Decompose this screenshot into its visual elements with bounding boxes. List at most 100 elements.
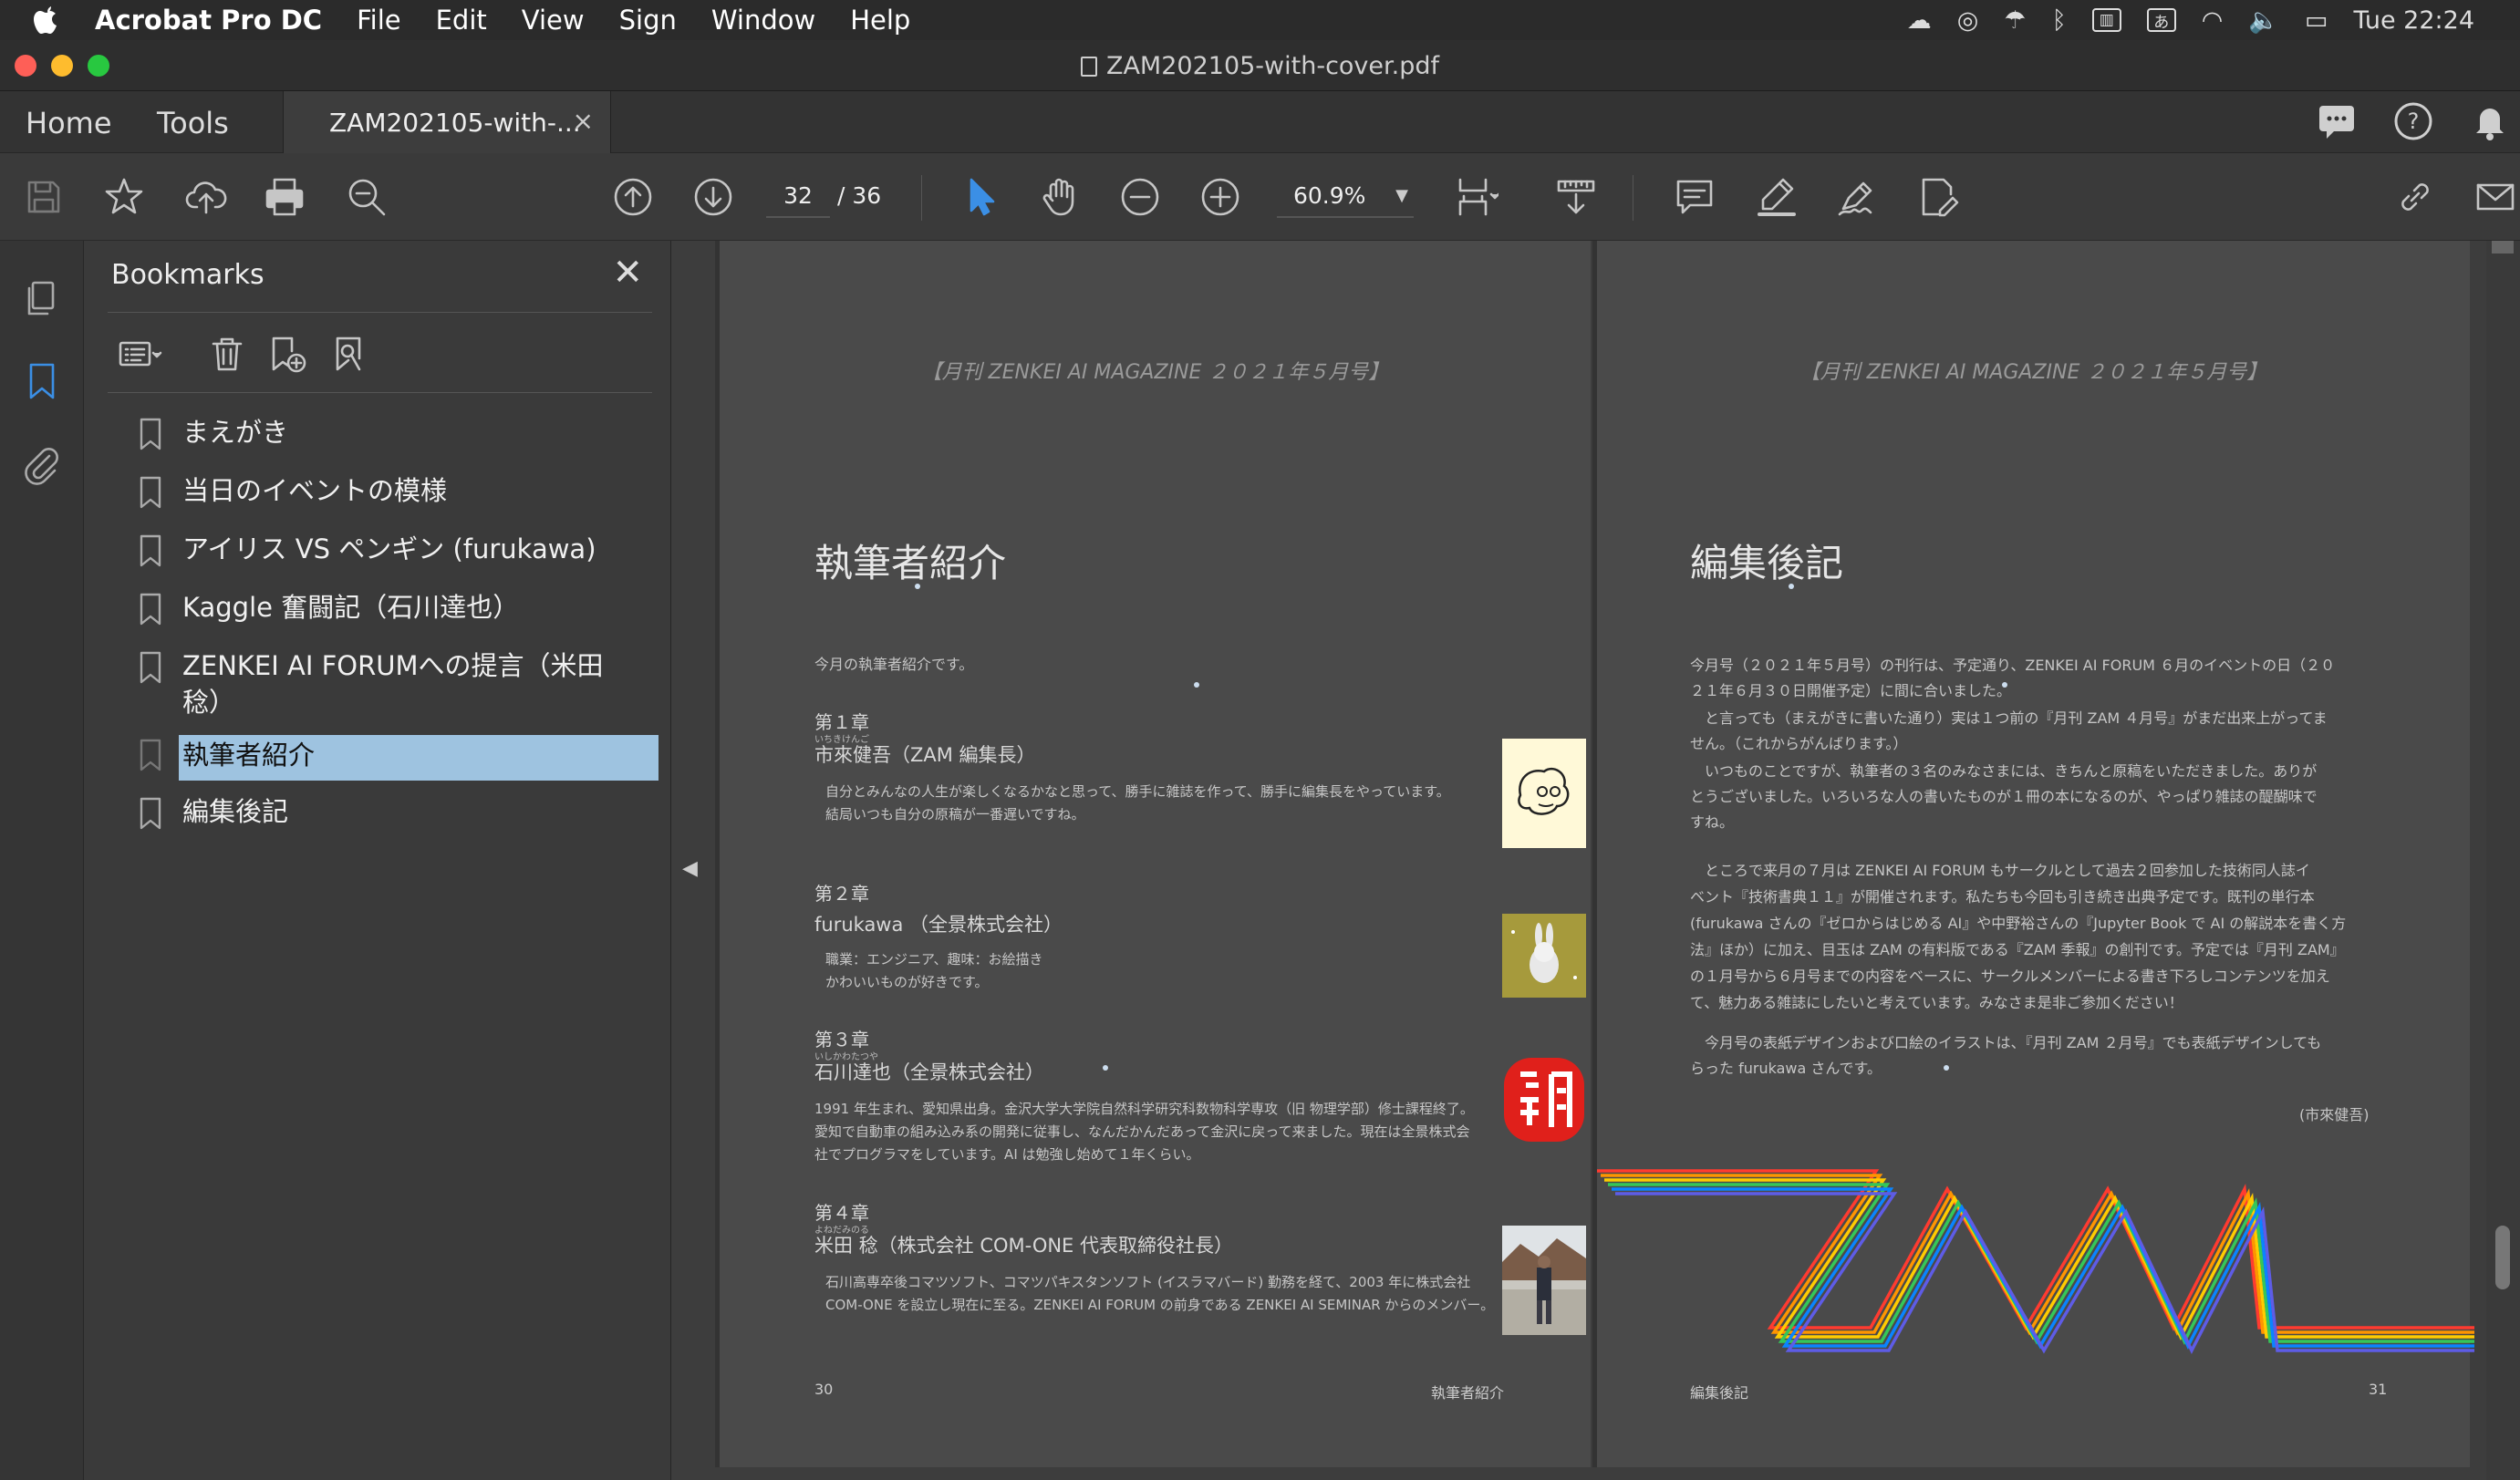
bookmark-search-icon[interactable] — [328, 328, 370, 379]
zam-rainbow-logo — [1597, 1169, 2474, 1354]
menu-window[interactable]: Window — [711, 5, 815, 36]
creative-cloud-icon[interactable]: ◎ — [1957, 6, 1979, 35]
bookmark-icon — [139, 735, 182, 781]
memory-icon[interactable]: ▥ — [2091, 8, 2121, 32]
author-name: furukawa （全景株式会社） — [814, 914, 1063, 936]
fill-sign-icon[interactable] — [1833, 173, 1881, 221]
edit-pdf-icon[interactable] — [1913, 173, 1961, 221]
battery-icon[interactable]: ▭ — [2305, 6, 2328, 35]
bookmark-item[interactable]: 編集後記 — [139, 793, 659, 839]
page-header: 【月刊 ZENKEI AI MAGAZINE ２０２１年５月号】 — [1799, 361, 2267, 384]
scrollbar-top-arrow[interactable] — [2492, 241, 2514, 254]
print-icon[interactable] — [261, 173, 308, 221]
delete-bookmark-icon[interactable] — [206, 328, 248, 379]
zoom-level-value: 60.9% — [1293, 182, 1366, 209]
close-tab-icon[interactable]: × — [573, 106, 594, 136]
weather-icon[interactable]: ☂ — [2004, 6, 2026, 35]
collapse-panel-icon[interactable]: ◀ — [682, 857, 698, 880]
window-title: ZAM202105-with-cover.pdf — [0, 52, 2520, 80]
panel-title: Bookmarks — [111, 259, 264, 291]
bookmark-item[interactable]: アイリス VS ペンギン (furukawa) — [139, 531, 659, 576]
bookmark-label: ZENKEI AI FORUMへの提言（米田稔） — [182, 650, 604, 718]
bookmark-item[interactable]: 当日のイベントの模様 — [139, 472, 659, 518]
input-method-icon[interactable]: あ — [2146, 8, 2176, 32]
cloud-sync-icon[interactable]: ☁ — [1907, 6, 1932, 35]
share-link-icon[interactable] — [2391, 173, 2439, 221]
apple-icon[interactable] — [33, 5, 71, 36]
bookmark-item[interactable]: ZENKEI AI FORUMへの提言（米田稔） — [139, 647, 659, 720]
chapter-label: 第２章 — [814, 883, 869, 905]
attachments-icon[interactable] — [20, 443, 64, 487]
add-comment-icon[interactable] — [1671, 173, 1718, 221]
bookmark-item-selected[interactable]: 執筆者紹介 — [139, 735, 659, 781]
tab-document[interactable]: ZAM202105-with-... × — [283, 91, 611, 153]
zoom-level-select[interactable]: 60.9% ▼ — [1277, 174, 1414, 218]
bookmark-label: 執筆者紹介 — [179, 735, 659, 781]
bookmark-label: Kaggle 奮闘記（石川達也） — [182, 592, 520, 623]
menu-help[interactable]: Help — [850, 5, 910, 36]
bookmark-item[interactable]: Kaggle 奮闘記（石川達也） — [139, 589, 659, 635]
author-name: 市來健吾（ZAM 編集長） — [814, 744, 1036, 766]
menu-sign[interactable]: Sign — [619, 5, 677, 36]
save-icon[interactable] — [20, 173, 67, 221]
footer-section: 執筆者紹介 — [1431, 1384, 1505, 1402]
zoom-in-icon[interactable] — [1197, 173, 1244, 221]
afterword-paragraph: ところで来月の７月は ZENKEI AI FORUM もサークルとして過去２回参… — [1690, 862, 2347, 1011]
bookmarks-panel: Bookmarks ✕ まえがき 当日のイベントの模様 アイリス VS ペンギン… — [84, 241, 671, 1480]
bookmarks-panel-icon[interactable] — [20, 359, 64, 403]
author-photo — [1502, 1226, 1586, 1335]
sparkle-dot — [2002, 682, 2007, 688]
hand-tool-icon[interactable] — [1036, 173, 1084, 221]
page-number: 30 — [814, 1381, 834, 1398]
bookmark-item[interactable]: まえがき — [139, 414, 659, 460]
bookmark-options-icon[interactable] — [109, 328, 166, 379]
help-icon[interactable]: ? — [2392, 100, 2434, 142]
highlight-pen-icon[interactable] — [1753, 173, 1800, 221]
vertical-scrollbar[interactable] — [2486, 241, 2520, 1480]
volume-icon[interactable]: 🔈 — [2248, 5, 2279, 35]
clock[interactable]: Tue 22:24 — [2353, 6, 2474, 35]
next-page-icon[interactable] — [690, 173, 737, 221]
menu-edit[interactable]: Edit — [436, 5, 487, 36]
star-bookmark-icon[interactable] — [100, 173, 148, 221]
toolbar-divider — [921, 175, 922, 221]
menu-view[interactable]: View — [522, 5, 585, 36]
wifi-icon[interactable]: ◠ — [2202, 6, 2224, 35]
author-seal-stamp — [1504, 1058, 1584, 1142]
tab-tools[interactable]: Tools — [157, 106, 229, 140]
menu-file[interactable]: File — [357, 5, 401, 36]
zoom-out-icon[interactable] — [1116, 173, 1164, 221]
divider — [108, 312, 652, 313]
author-bio: 職業：エンジニア、趣味：お絵描き かわいいものが好きです。 — [825, 951, 1043, 990]
author-avatar-illustration — [1502, 739, 1586, 848]
cloud-upload-icon[interactable] — [182, 173, 230, 221]
page-total: / 36 — [837, 182, 882, 209]
page-display-icon[interactable] — [1452, 173, 1499, 221]
email-icon[interactable] — [2472, 173, 2519, 221]
bookmark-label: まえがき — [182, 417, 289, 448]
bookmark-icon — [139, 793, 182, 839]
chevron-down-icon: ▼ — [1395, 186, 1408, 205]
previous-page-icon[interactable] — [609, 173, 657, 221]
signature: (市來健吾) — [2299, 1106, 2370, 1123]
chapter-label: 第４章 — [814, 1202, 869, 1224]
afterword-paragraph: 今月号（２０２１年５月号）の刊行は、予定通り、ZENKEI AI FORUM ６… — [1690, 657, 2336, 699]
app-menu[interactable]: Acrobat Pro DC — [95, 5, 322, 36]
page-number-input[interactable]: 32 — [766, 174, 830, 218]
notification-bell-icon[interactable] — [2469, 100, 2511, 142]
bookmark-icon — [139, 472, 182, 518]
scrollbar-thumb[interactable] — [2495, 1226, 2510, 1289]
bluetooth-icon[interactable]: ᛒ — [2052, 6, 2067, 35]
tab-home[interactable]: Home — [26, 106, 112, 140]
scroll-mode-icon[interactable] — [1552, 173, 1600, 221]
select-cursor-icon[interactable] — [956, 173, 1003, 221]
page-title: 編集後記 — [1690, 541, 1844, 585]
document-view[interactable]: ◀ 【月刊 ZENKEI AI MAGAZINE ２０２１年５月号】 執筆者紹介… — [671, 241, 2520, 1480]
comment-bubble-icon[interactable] — [2316, 100, 2358, 142]
pdf-page-left: 【月刊 ZENKEI AI MAGAZINE ２０２１年５月号】 執筆者紹介 今… — [715, 241, 1591, 1467]
page-title: 執筆者紹介 — [814, 541, 1007, 585]
new-bookmark-icon[interactable] — [266, 328, 308, 379]
zoom-search-icon[interactable] — [343, 173, 390, 221]
close-panel-icon[interactable]: ✕ — [612, 252, 643, 294]
page-thumbnails-icon[interactable] — [20, 277, 64, 321]
